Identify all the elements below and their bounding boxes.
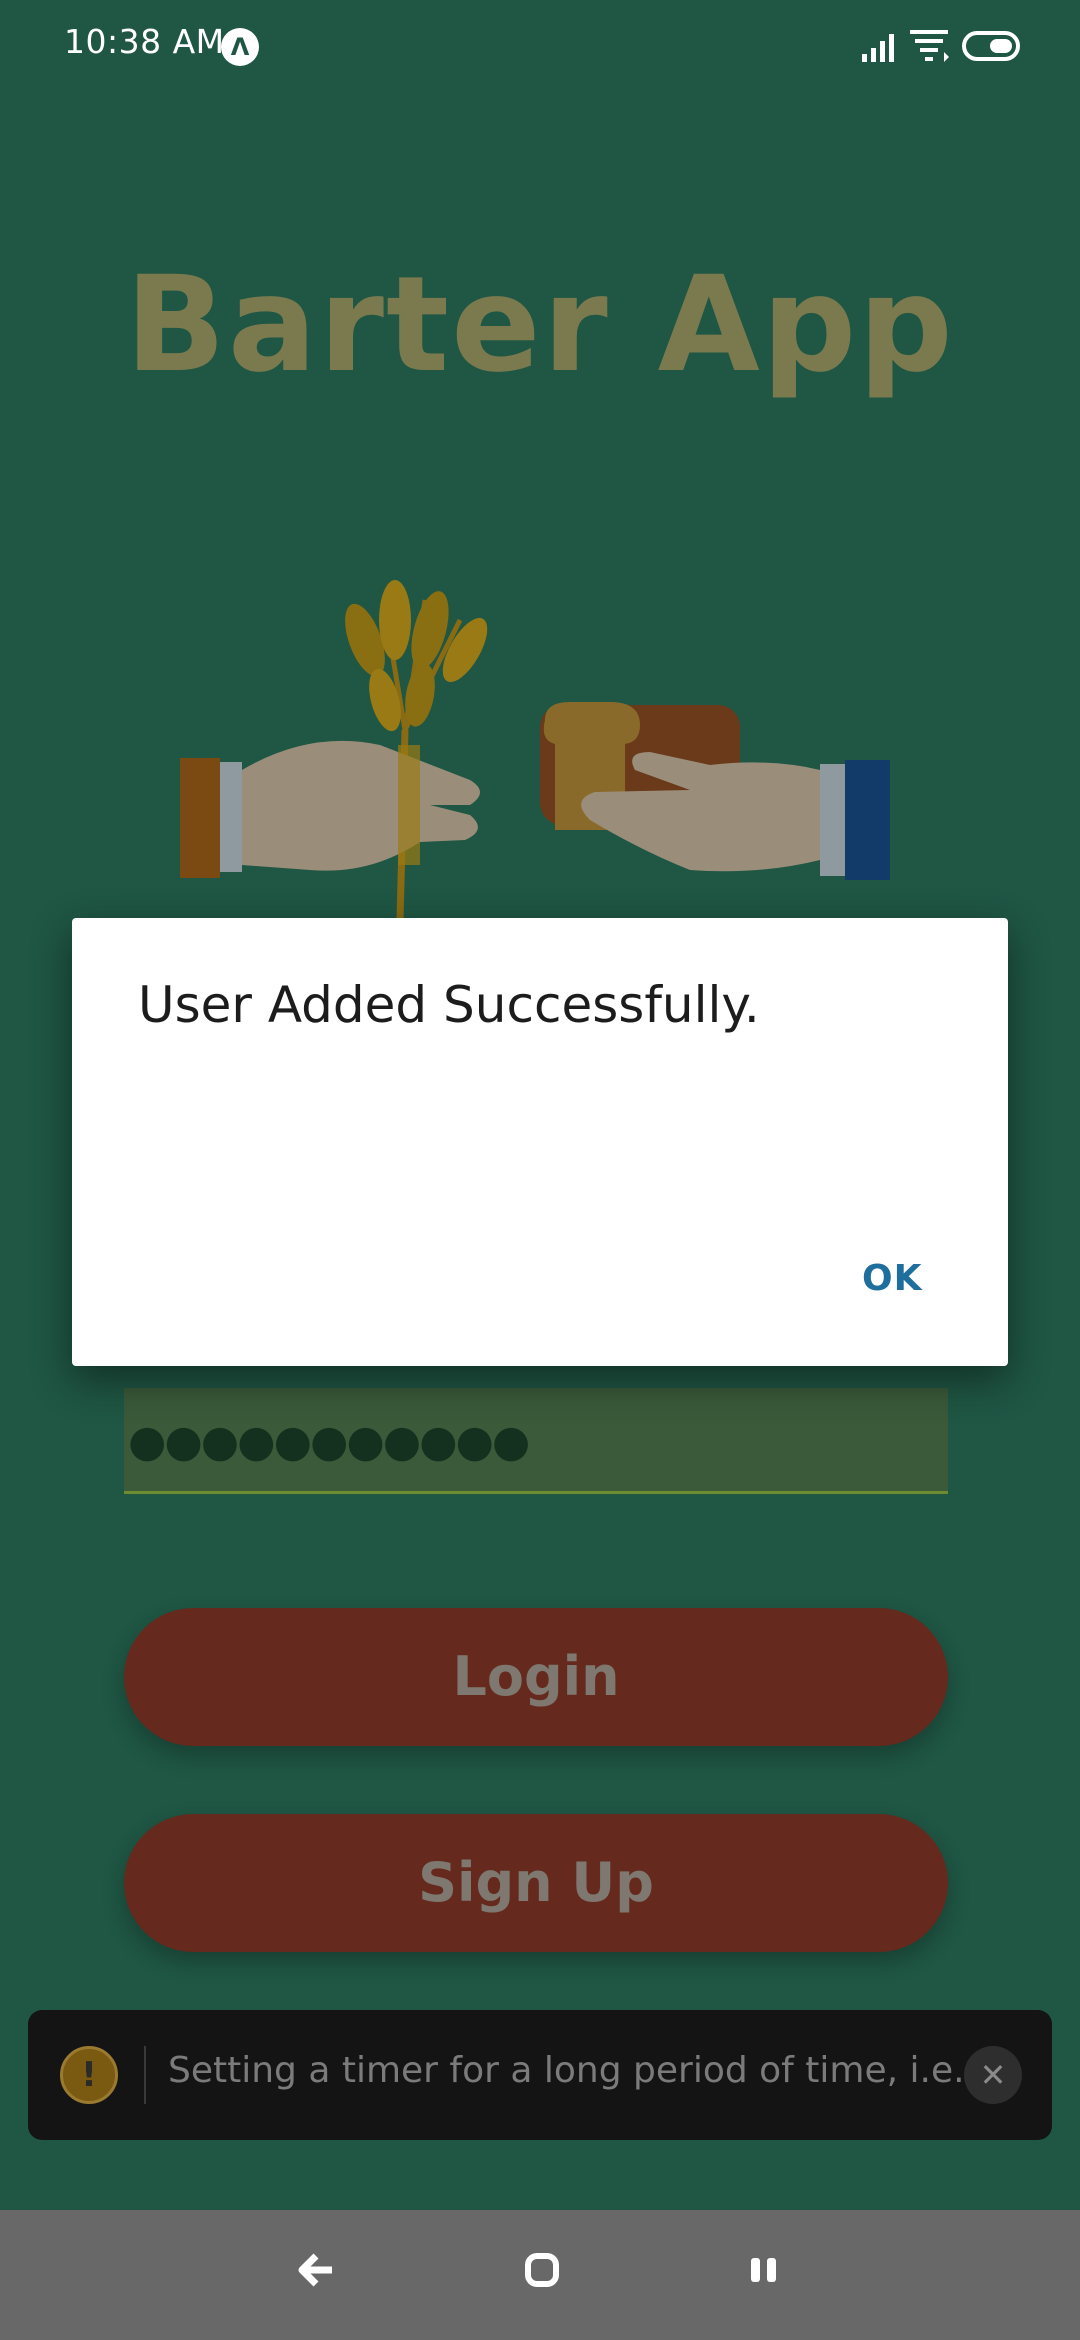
alert-dialog: User Added Successfully. OK — [72, 918, 1008, 1366]
ok-button[interactable]: OK — [862, 1258, 923, 1299]
recent-apps-icon[interactable] — [748, 2252, 780, 2288]
sign-up-button[interactable]: Sign Up — [124, 1814, 948, 1952]
signal-icon — [862, 34, 894, 62]
barter-illustration — [180, 580, 890, 920]
close-icon[interactable]: ✕ — [964, 2046, 1022, 2104]
back-icon[interactable] — [296, 2250, 336, 2290]
login-button[interactable]: Login — [124, 1608, 948, 1746]
password-input[interactable]: ●●●●●●●●●●● — [124, 1388, 948, 1494]
toast-divider — [144, 2046, 146, 2104]
toast-message: Setting a timer for a long period of tim… — [168, 2050, 999, 2091]
warning-icon: ! — [60, 2046, 118, 2104]
warning-toast[interactable]: ! Setting a timer for a long period of t… — [28, 2010, 1052, 2140]
expo-logo-icon: Λ — [221, 28, 259, 66]
app-title: Barter App — [125, 248, 955, 402]
password-mask: ●●●●●●●●●●● — [128, 1416, 530, 1467]
dialog-message: User Added Successfully. — [138, 976, 760, 1034]
battery-toggle-icon — [962, 31, 1020, 61]
home-icon[interactable] — [524, 2252, 560, 2288]
left-hand-icon — [180, 740, 480, 878]
navigation-bar — [0, 2210, 1080, 2340]
status-bar: 10:38 AM Λ — [0, 0, 1080, 95]
wifi-icon — [910, 30, 949, 62]
status-time: 10:38 AM — [64, 22, 225, 61]
